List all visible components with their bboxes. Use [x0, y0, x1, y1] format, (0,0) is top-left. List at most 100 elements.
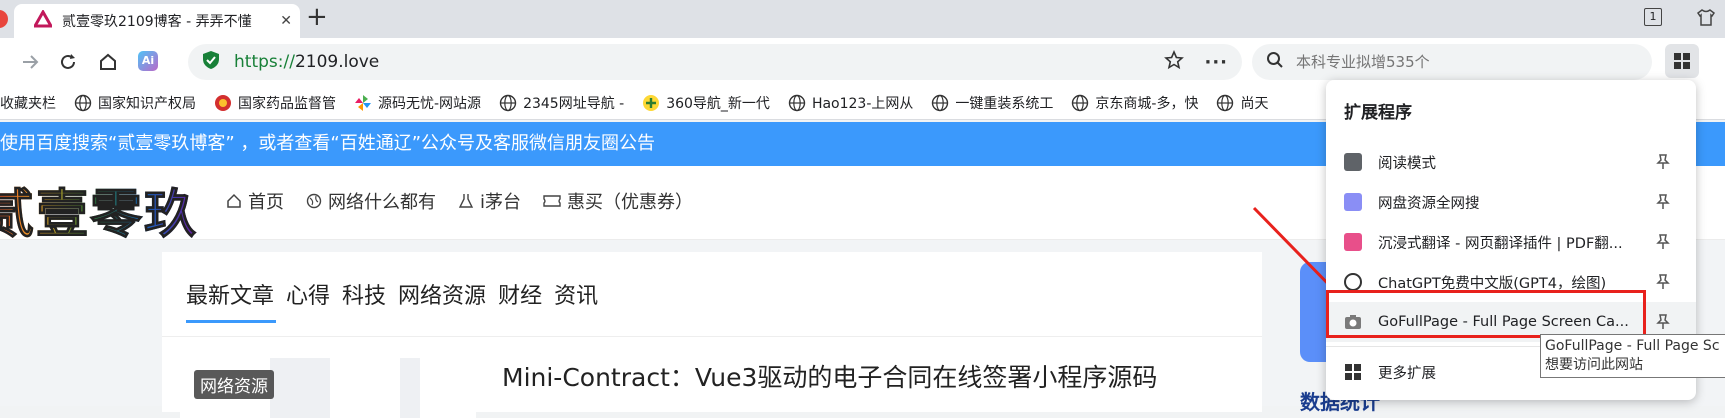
url-host: 2109.love [294, 52, 380, 72]
site-nav: 首页 网络什么都有 i茅台 惠买（优惠券） [226, 166, 715, 236]
globe-icon [1217, 94, 1234, 111]
extension-label: 沉浸式翻译 - 网页翻译插件 | PDF翻... [1378, 235, 1623, 252]
site-favicon-icon [32, 8, 54, 32]
nav-moutai[interactable]: i茅台 [458, 188, 521, 214]
annotation-highlight-box [1326, 290, 1646, 338]
tab-resources[interactable]: 网络资源 [398, 278, 486, 310]
home-icon [227, 193, 241, 208]
announcement-text: 使用百度搜索“贰壹零玖博客” ，或者查看“百姓通辽”公众号及客服微信朋友圈公告 [0, 133, 656, 154]
post-thumbnail[interactable]: 网络资源 [180, 358, 476, 418]
pin-icon[interactable] [1656, 274, 1670, 290]
bookmark-item[interactable]: 尚天 [1216, 93, 1268, 113]
nav-label: i茅台 [480, 192, 522, 213]
bookmark-label: Hao123-上网从 [811, 95, 914, 112]
secure-shield-icon [202, 50, 220, 74]
url-scheme: https:// [234, 52, 295, 72]
globe-icon [788, 94, 806, 111]
forward-icon[interactable] [20, 52, 40, 76]
book-icon [1344, 153, 1362, 171]
nav-home[interactable]: 首页 [226, 188, 284, 214]
browser-profile-icon[interactable] [0, 10, 8, 28]
bookmark-label: 360导航_新一代 [666, 95, 770, 112]
translate-icon [1344, 233, 1362, 251]
tab-title: 贰壹零玖2109博客 - 弄弄不懂 [62, 14, 252, 30]
globe-icon [1072, 94, 1089, 111]
collections-count-icon[interactable]: 1 [1644, 8, 1662, 26]
nav-label: 惠买（优惠券） [567, 192, 694, 213]
nav-coupon[interactable]: 惠买（优惠券） [543, 188, 693, 214]
pinwheel-icon [355, 94, 371, 111]
toolbar-search-box[interactable] [1252, 44, 1652, 80]
bookmark-label: 源码无忧-网站源 [378, 95, 482, 112]
home-icon[interactable] [98, 52, 118, 76]
address-bar[interactable]: https://2109.love ··· [188, 44, 1242, 80]
tab-tech[interactable]: 科技 [342, 278, 386, 310]
bookmark-item[interactable]: 一键重装系统工 [931, 93, 1053, 113]
active-tab[interactable]: 贰壹零玖2109博客 - 弄弄不懂 ✕ [14, 4, 300, 38]
tab-close-button[interactable]: ✕ [280, 13, 292, 29]
extension-tooltip: GoFullPage - Full Page Sc 想要访问此网站 [1540, 334, 1725, 378]
nav-label: 首页 [248, 192, 284, 213]
extension-reading-mode[interactable]: 阅读模式 [1326, 142, 1696, 182]
ai-assistant-icon[interactable]: Ai [138, 51, 158, 71]
extensions-grid-icon [1674, 53, 1690, 69]
category-badge: 网络资源 [194, 370, 274, 399]
tab-latest[interactable]: 最新文章 [186, 278, 274, 310]
post-title[interactable]: Mini-Contract：Vue3驱动的电子合同在线签署小程序源码 [502, 358, 1157, 394]
bookmark-item[interactable]: 2345网址导航 - [499, 93, 624, 113]
emblem-icon [215, 94, 231, 111]
shirt-icon[interactable] [1696, 8, 1716, 30]
globe-icon [306, 193, 322, 209]
extensions-heading: 扩展程序 [1344, 103, 1412, 123]
ticket-icon [543, 195, 561, 207]
bookmark-item[interactable]: Hao123-上网从 [788, 93, 913, 113]
bookmark-favorites-folder[interactable]: 收藏夹栏 [0, 93, 56, 113]
search-icon [1266, 51, 1284, 73]
openai-icon [1344, 273, 1362, 291]
globe-icon [499, 94, 517, 111]
tab-finance[interactable]: 财经 [498, 278, 542, 310]
tab-strip: 贰壹零玖2109博客 - 弄弄不懂 ✕ + 1 [0, 0, 1725, 38]
globe-icon [74, 94, 92, 111]
pin-icon[interactable] [1656, 194, 1670, 210]
bookmark-label: 国家知识产权局 [98, 95, 196, 112]
favorite-star-icon[interactable] [1164, 49, 1185, 74]
extension-netdisk-search[interactable]: 网盘资源全网搜 [1326, 182, 1696, 222]
pin-icon[interactable] [1656, 234, 1670, 250]
new-tab-button[interactable]: + [306, 2, 328, 32]
tooltip-permission: 想要访问此网站 [1545, 357, 1643, 373]
pin-icon[interactable] [1656, 154, 1670, 170]
cloud-search-icon [1344, 193, 1362, 211]
bookmark-item[interactable]: 国家知识产权局 [74, 93, 196, 113]
more-options-icon[interactable]: ··· [1204, 52, 1228, 73]
category-tabs: 最新文章 心得 科技 网络资源 财经 资讯 [186, 278, 610, 310]
nav-network[interactable]: 网络什么都有 [306, 188, 436, 214]
bookmark-item[interactable]: 国家药品监督管 [214, 93, 336, 113]
tooltip-title: GoFullPage - Full Page Sc [1545, 338, 1720, 354]
tab-news[interactable]: 资讯 [554, 278, 598, 310]
site-logo-text: 贰壹零玖 [0, 184, 198, 246]
active-tab-indicator [186, 320, 276, 323]
search-input[interactable] [1296, 53, 1636, 71]
bookmark-label: 收藏夹栏 [0, 95, 56, 112]
bookmark-item[interactable]: 京东商城-多，快 [1071, 93, 1198, 113]
bookmark-item[interactable]: 源码无忧-网站源 [354, 93, 481, 113]
nav-label: 网络什么都有 [328, 192, 436, 213]
bookmark-label: 一键重装系统工 [955, 95, 1054, 112]
bookmark-label: 2345网址导航 - [523, 95, 625, 112]
articles-card: 最新文章 心得 科技 网络资源 财经 资讯 网络资源 Mini-Contract… [162, 252, 1262, 418]
site-logo[interactable]: 贰壹零玖 [0, 172, 198, 247]
bookmark-item[interactable]: 360导航_新一代 [642, 93, 770, 113]
tab-insights[interactable]: 心得 [286, 278, 330, 310]
reload-icon[interactable] [58, 52, 78, 76]
globe-icon [932, 94, 949, 111]
browser-toolbar: Ai https://2109.love ··· [0, 38, 1725, 86]
extensions-button[interactable] [1665, 44, 1699, 78]
extension-immersive-translate[interactable]: 沉浸式翻译 - 网页翻译插件 | PDF翻... [1326, 222, 1696, 262]
extension-label: 阅读模式 [1378, 155, 1436, 172]
360-icon [643, 94, 660, 111]
divider [162, 336, 1262, 337]
bookmark-label: 京东商城-多，快 [1095, 95, 1199, 112]
pin-icon[interactable] [1656, 314, 1670, 330]
bookmark-label: 国家药品监督管 [238, 95, 336, 112]
